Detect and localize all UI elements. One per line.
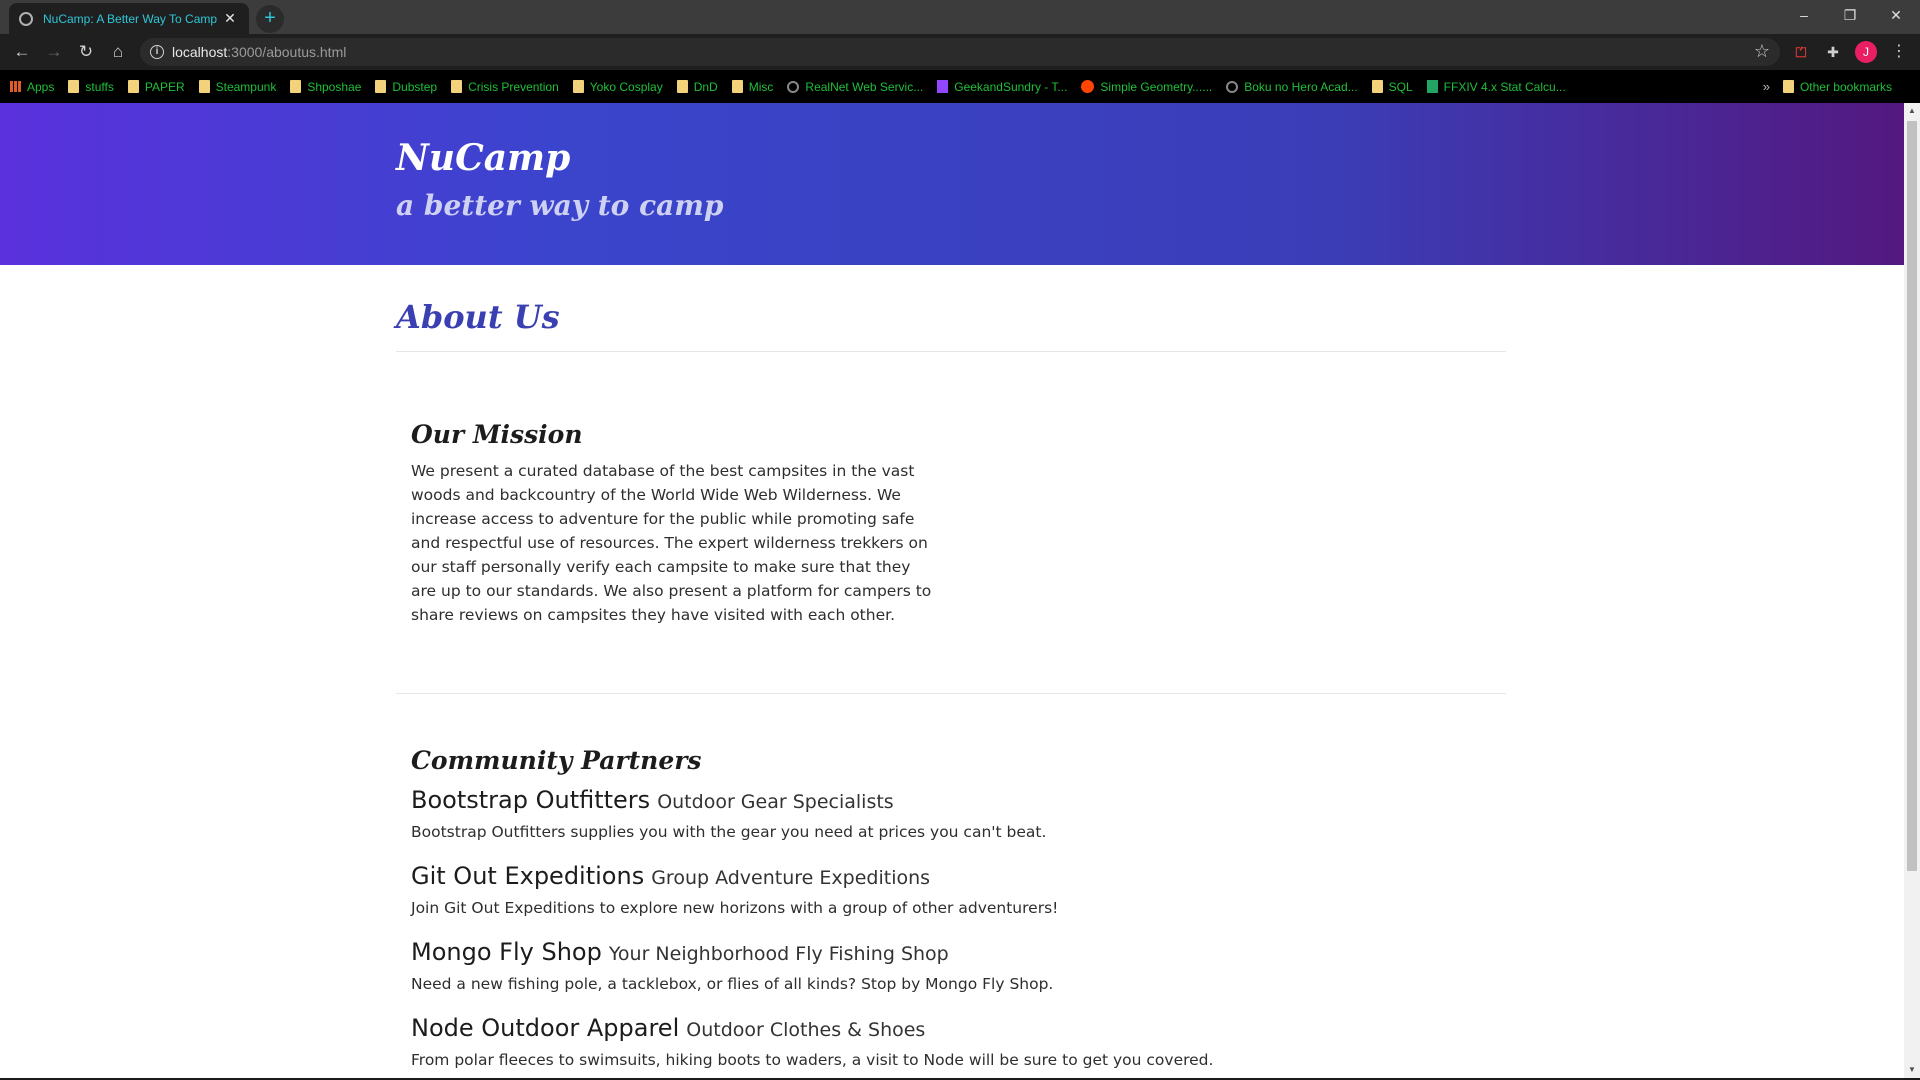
page-favicon-icon — [19, 11, 33, 26]
partner-description: Join Git Out Expeditions to explore new … — [411, 899, 1059, 917]
bookmark-folder-misc[interactable]: Misc — [731, 80, 773, 94]
divider — [396, 351, 1506, 352]
bookmark-folder-dubstep[interactable]: Dubstep — [375, 80, 437, 94]
bookmark-folder-stuffs[interactable]: stuffs — [68, 80, 114, 94]
folder-icon — [68, 80, 80, 93]
header-jumbotron: NuCamp a better way to camp — [0, 103, 1904, 265]
sheets-icon — [1426, 80, 1438, 93]
partners-heading: Community Partners — [411, 746, 702, 775]
tab-title: NuCamp: A Better Way To Camp — [43, 11, 218, 26]
site-tagline: a better way to camp — [396, 189, 724, 222]
mission-heading: Our Mission — [411, 420, 583, 449]
extensions-puzzle-icon[interactable]: ✚ — [1822, 41, 1844, 63]
bookmark-realnet[interactable]: RealNet Web Servic... — [787, 80, 923, 94]
partner-item: Node Outdoor Apparel Outdoor Clothes & Sh… — [411, 1014, 1511, 1069]
scroll-up-arrow-icon[interactable]: ▲ — [1904, 103, 1920, 119]
partner-item: Git Out Expeditions Group Adventure Exped… — [411, 862, 1511, 917]
folder-icon — [731, 80, 743, 93]
partner-description: Bootstrap Outfitters supplies you with t… — [411, 823, 1047, 841]
partner-description: From polar fleeces to swimsuits, hiking … — [411, 1051, 1214, 1069]
page-viewport: NuCamp a better way to camp About Us Our… — [0, 103, 1904, 1078]
folder-icon — [1782, 80, 1794, 93]
folder-icon — [451, 80, 463, 93]
reddit-icon — [1081, 80, 1095, 93]
bookmarks-bar: Apps stuffs PAPER Steampunk Shposhae Dub… — [0, 70, 1920, 103]
partner-name: Bootstrap Outfitters — [411, 786, 651, 814]
bookmark-folder-crisis-prevention[interactable]: Crisis Prevention — [451, 80, 559, 94]
bookmark-folder-sql[interactable]: SQL — [1371, 80, 1413, 94]
globe-icon — [787, 80, 800, 93]
mission-text: We present a curated database of the bes… — [411, 462, 932, 624]
folder-icon — [1371, 80, 1383, 93]
bookmark-folder-dnd[interactable]: DnD — [676, 80, 718, 94]
partner-subtitle: Group Adventure Expeditions — [651, 867, 931, 889]
site-title: NuCamp — [396, 137, 571, 179]
more-bookmarks-chevron-icon[interactable]: » — [1763, 70, 1770, 103]
partner-description: Need a new fishing pole, a tacklebox, or… — [411, 975, 1054, 993]
browser-tab[interactable]: NuCamp: A Better Way To Camp ✕ — [9, 3, 249, 34]
url-host: localhost — [172, 44, 228, 60]
browser-toolbar: ← → ↻ ⌂ i localhost:3000/aboutus.html ☆ … — [0, 34, 1920, 70]
restore-button[interactable]: ❐ — [1827, 0, 1873, 30]
partner-name: Mongo Fly Shop — [411, 938, 602, 966]
site-icon — [1226, 80, 1239, 93]
bookmark-folder-other[interactable]: Other bookmarks — [1782, 70, 1892, 103]
url-path: :3000/aboutus.html — [227, 44, 347, 60]
close-tab-icon[interactable]: ✕ — [221, 10, 239, 27]
bookmark-folder-shposhae[interactable]: Shposhae — [290, 80, 361, 94]
partner-subtitle: Outdoor Gear Specialists — [657, 791, 894, 813]
tab-strip: NuCamp: A Better Way To Camp ✕ + – ❐ ✕ — [0, 0, 1920, 34]
bookmark-folder-steampunk[interactable]: Steampunk — [198, 80, 276, 94]
acrobat-extension-icon[interactable]: ⏍ — [1790, 41, 1812, 63]
vertical-scrollbar[interactable]: ▲ ▼ — [1904, 103, 1920, 1078]
close-window-button[interactable]: ✕ — [1873, 0, 1919, 30]
back-arrow-icon[interactable]: ← — [10, 40, 34, 64]
partner-subtitle: Your Neighborhood Fly Fishing Shop — [608, 943, 949, 965]
folder-icon — [375, 80, 387, 93]
folder-icon — [572, 80, 584, 93]
forward-arrow-icon[interactable]: → — [42, 40, 66, 64]
apps-grid-icon — [10, 81, 21, 92]
reload-icon[interactable]: ↻ — [74, 40, 98, 64]
site-info-icon[interactable]: i — [150, 45, 164, 59]
bookmark-apps[interactable]: Apps — [10, 80, 54, 94]
scroll-down-arrow-icon[interactable]: ▼ — [1904, 1062, 1920, 1078]
bookmark-simple-geometry[interactable]: Simple Geometry...... — [1081, 80, 1212, 94]
partner-item: Bootstrap Outfitters Outdoor Gear Special… — [411, 786, 1511, 841]
bookmark-star-icon[interactable]: ☆ — [1754, 41, 1770, 62]
divider — [396, 693, 1506, 694]
page-title: About Us — [396, 298, 560, 336]
new-tab-button[interactable]: + — [256, 5, 284, 33]
bookmark-boku-no-hero[interactable]: Boku no Hero Acad... — [1226, 80, 1358, 94]
browser-menu-icon[interactable]: ⋮ — [1888, 41, 1910, 63]
partner-name: Git Out Expeditions — [411, 862, 645, 890]
bookmark-folder-paper[interactable]: PAPER — [127, 80, 185, 94]
folder-icon — [290, 80, 302, 93]
minimize-button[interactable]: – — [1781, 0, 1827, 30]
address-bar[interactable]: i localhost:3000/aboutus.html ☆ — [140, 38, 1780, 66]
bookmark-folder-yoko-cosplay[interactable]: Yoko Cosplay — [572, 80, 663, 94]
folder-icon — [676, 80, 688, 93]
profile-avatar[interactable]: J — [1855, 41, 1877, 63]
partner-name: Node Outdoor Apparel — [411, 1014, 680, 1042]
folder-icon — [127, 80, 139, 93]
folder-icon — [198, 80, 210, 93]
twitch-icon — [937, 80, 949, 93]
bookmark-geekandsundry[interactable]: GeekandSundry - T... — [937, 80, 1067, 94]
home-icon[interactable]: ⌂ — [106, 40, 130, 64]
scrollbar-thumb[interactable] — [1907, 121, 1917, 871]
partner-item: Mongo Fly Shop Your Neighborhood Fly Fish… — [411, 938, 1511, 993]
partner-subtitle: Outdoor Clothes & Shoes — [686, 1019, 926, 1041]
bookmark-ffxiv-stat-calc[interactable]: FFXIV 4.x Stat Calcu... — [1426, 80, 1566, 94]
